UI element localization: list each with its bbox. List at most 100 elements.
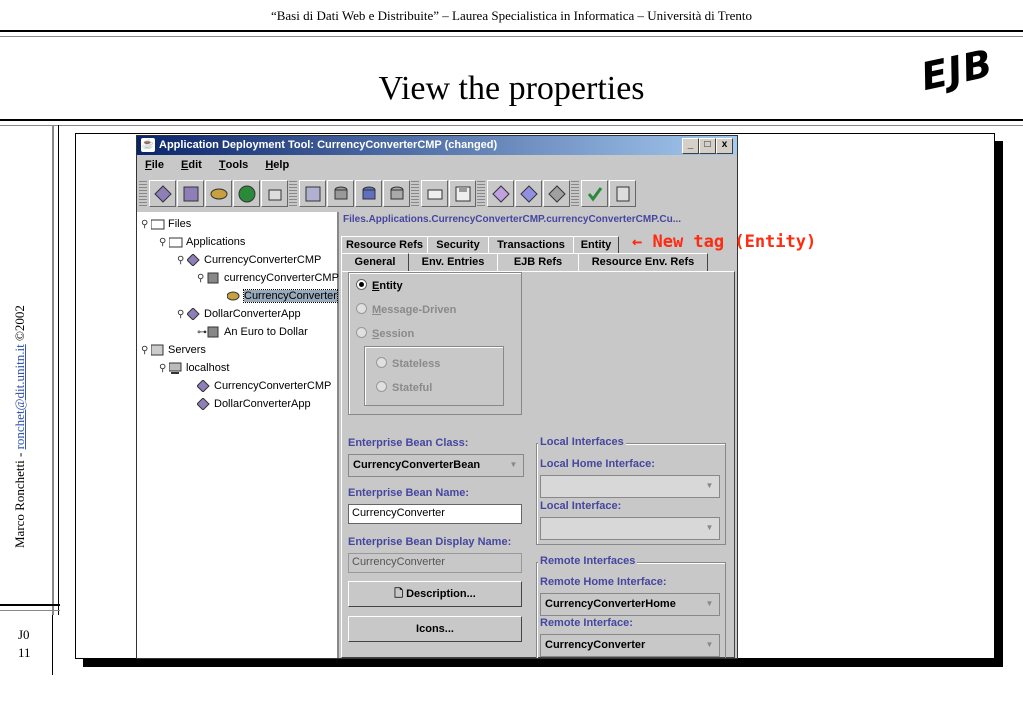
open-icon[interactable] <box>421 180 448 207</box>
chevron-down-icon: ▼ <box>705 640 714 649</box>
tree-node-applications[interactable]: ⚲ Applications <box>159 234 245 250</box>
application-icon <box>187 308 200 321</box>
tab-transactions[interactable]: Transactions <box>488 236 574 254</box>
menu-tools[interactable]: Tools <box>219 156 248 171</box>
expand-toggle-icon[interactable]: ⚲ <box>159 235 169 251</box>
window-titlebar[interactable]: ☕ Application Deployment Tool: CurrencyC… <box>137 136 737 155</box>
tree-node-app[interactable]: ⚲ CurrencyConverterCMP <box>177 252 321 268</box>
menu-file[interactable]: File <box>145 156 164 171</box>
minimize-button[interactable]: _ <box>682 138 699 154</box>
radio-stateless[interactable]: Stateless <box>376 357 440 370</box>
bean-name-input[interactable]: CurrencyConverter <box>348 504 522 524</box>
description-button[interactable]: 🗋 Description... <box>348 581 522 607</box>
chevron-down-icon: ▼ <box>705 599 714 608</box>
expand-toggle-icon[interactable]: ⚲ <box>159 361 169 377</box>
display-name-label: Enterprise Bean Display Name: <box>348 536 512 548</box>
footer-rule-thin <box>0 610 60 611</box>
save-icon[interactable] <box>449 180 476 207</box>
display-name-input[interactable]: CurrencyConverter <box>348 553 522 573</box>
tab-resource-refs[interactable]: Resource Refs <box>341 236 428 254</box>
margin-rule-dark <box>58 125 59 615</box>
title-rule <box>0 119 1023 121</box>
servers-icon <box>151 344 164 356</box>
author-name: Marco Ronchetti <box>12 460 27 548</box>
collapsed-toggle-icon[interactable]: ⊶ <box>197 325 207 341</box>
radio-stateful[interactable]: Stateful <box>376 381 432 394</box>
tab-env-entries[interactable]: Env. Entries <box>408 253 498 271</box>
slide-number: 11 <box>18 645 31 660</box>
bean-class-select[interactable]: CurrencyConverterBean ▼ <box>348 454 524 477</box>
deploy-icon[interactable] <box>515 180 542 207</box>
app-window: ☕ Application Deployment Tool: CurrencyC… <box>136 135 738 659</box>
margin-rule <box>52 125 54 615</box>
chevron-down-icon: ▼ <box>509 460 518 469</box>
author-sep: - <box>12 449 27 461</box>
radio-session[interactable]: Session <box>356 327 414 340</box>
remote-interface-select[interactable]: CurrencyConverter ▼ <box>540 634 720 657</box>
tree-node-bean[interactable]: CurrencyConverter <box>227 288 338 304</box>
remote-home-label: Remote Home Interface: <box>540 576 667 588</box>
menu-edit[interactable]: Edit <box>181 156 202 171</box>
jar-icon <box>207 326 219 338</box>
footer-vrule <box>52 615 53 675</box>
tree-panel: ⚲ Files ⚲ Applications ⚲ CurrencyConverterC… <box>137 212 339 658</box>
local-interface-select[interactable]: ▼ <box>540 517 720 540</box>
remote-home-select[interactable]: CurrencyConverterHome ▼ <box>540 593 720 616</box>
icons-button[interactable]: Icons... <box>348 616 522 642</box>
toolbar <box>137 176 737 210</box>
expand-toggle-icon[interactable]: ⚲ <box>177 307 187 323</box>
server-config-icon[interactable] <box>609 180 636 207</box>
expand-toggle-icon[interactable]: ⚲ <box>141 343 151 359</box>
bean-name-label: Enterprise Bean Name: <box>348 487 470 499</box>
tree-node-localhost[interactable]: ⚲ localhost <box>159 360 229 376</box>
radio-entity[interactable]: Entity <box>356 279 403 292</box>
expand-toggle-icon[interactable]: ⚲ <box>177 253 187 269</box>
document-icon: 🗋 <box>394 588 407 600</box>
tab-entity[interactable]: Entity <box>573 236 619 254</box>
tree-node-servers[interactable]: ⚲ Servers <box>141 342 206 358</box>
window-title: Application Deployment Tool: CurrencyCon… <box>159 139 498 151</box>
expand-toggle-icon[interactable]: ⚲ <box>197 271 207 287</box>
tree-node-jar[interactable]: ⊶ An Euro to Dollar <box>197 324 308 340</box>
verify-icon[interactable] <box>487 180 514 207</box>
new-application-icon[interactable] <box>149 180 176 207</box>
tree-node-files[interactable]: ⚲ Files <box>141 216 191 232</box>
tab-ejb-refs[interactable]: EJB Refs <box>497 253 579 271</box>
jar-icon <box>207 272 219 284</box>
expand-toggle-icon[interactable]: ⚲ <box>141 217 151 233</box>
tree-node-deployed-app[interactable]: DollarConverterApp <box>197 396 311 412</box>
menu-help[interactable]: Help <box>265 156 289 171</box>
close-button[interactable]: x <box>716 138 733 154</box>
database-edit-icon[interactable] <box>383 180 410 207</box>
remote-interfaces-title: Remote Interfaces <box>538 555 638 567</box>
footer-rule <box>0 604 60 606</box>
maximize-button[interactable]: □ <box>699 138 716 154</box>
header-rule <box>0 30 1023 32</box>
author-email-link[interactable]: ronchet@dit.unitn.it <box>12 344 27 449</box>
toolbar-separator-2 <box>411 180 419 206</box>
tab-security[interactable]: Security <box>427 236 489 254</box>
undeploy-icon[interactable] <box>543 180 570 207</box>
header-rule-thin <box>0 36 1023 37</box>
database-add-icon[interactable] <box>355 180 382 207</box>
tab-general[interactable]: General <box>341 253 409 271</box>
new-client-icon[interactable] <box>261 180 288 207</box>
database-icon[interactable] <box>327 180 354 207</box>
new-component-icon[interactable] <box>177 180 204 207</box>
check-icon[interactable] <box>581 180 608 207</box>
node-path-label: Files.Applications.CurrencyConverterCMP.… <box>343 214 682 225</box>
local-home-select[interactable]: ▼ <box>540 475 720 498</box>
tree-node-deployed-app[interactable]: CurrencyConverterCMP <box>197 378 331 394</box>
add-component-icon[interactable] <box>299 180 326 207</box>
tree-node-jar[interactable]: ⚲ currencyConverterCMP <box>197 270 339 286</box>
menubar: File Edit Tools Help <box>137 156 737 174</box>
new-web-component-icon[interactable] <box>233 180 260 207</box>
toolbar-separator-3 <box>477 180 485 206</box>
slide-code: J0 <box>18 627 30 642</box>
local-home-label: Local Home Interface: <box>540 458 655 470</box>
tab-resource-env-refs[interactable]: Resource Env. Refs <box>578 253 708 271</box>
radio-message-driven[interactable]: Message-Driven <box>356 303 456 316</box>
folder-icon <box>169 237 183 248</box>
tree-node-app[interactable]: ⚲ DollarConverterApp <box>177 306 301 322</box>
new-bean-icon[interactable] <box>205 180 232 207</box>
